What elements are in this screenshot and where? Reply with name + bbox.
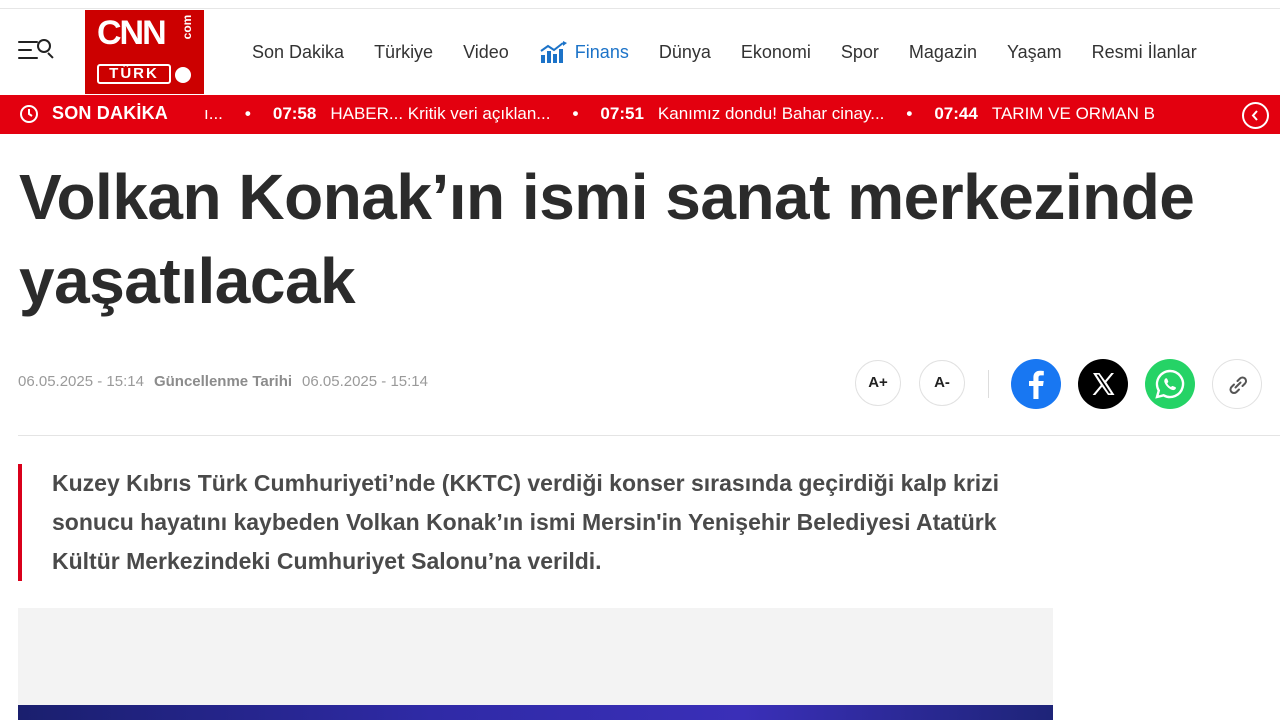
updated-label: Güncellenme Tarihi: [153, 373, 293, 390]
updated-date: 06.05.2025 - 15:14: [302, 373, 428, 390]
site-header: CNN com TÜRK Son Dakika Türkiye Video Fi…: [0, 9, 1280, 95]
font-increase-button[interactable]: A+: [855, 360, 901, 406]
ticker-time: 07:51: [600, 104, 644, 123]
nav-finans[interactable]: Finans: [539, 41, 629, 63]
main-nav: Son Dakika Türkiye Video Finans Dünya Ek…: [252, 39, 1197, 65]
logo-turk-text: TÜRK: [97, 64, 171, 84]
ticker-time: 07:44: [934, 104, 978, 123]
ticker-headline[interactable]: Kanımız dondu! Bahar cinay...: [658, 104, 884, 124]
article-summary: Kuzey Kıbrıs Türk Cumhuriyeti’nde (KKTC)…: [18, 464, 1018, 581]
ticker-fragment[interactable]: ı...: [204, 104, 223, 124]
nav-turkiye[interactable]: Türkiye: [374, 42, 433, 63]
breaking-news-bar: SON DAKİKA ı... • 07:58 HABER... Kritik ver…: [0, 95, 1280, 134]
font-decrease-button[interactable]: A-: [919, 360, 965, 406]
nav-son-dakika[interactable]: Son Dakika: [252, 42, 344, 63]
nav-spor[interactable]: Spor: [841, 42, 879, 63]
logo-com-text: com: [180, 14, 194, 40]
whatsapp-icon: [1155, 369, 1185, 399]
link-icon: [1229, 376, 1248, 395]
nav-magazin[interactable]: Magazin: [909, 42, 977, 63]
facebook-icon: [1029, 370, 1044, 399]
published-date: 06.05.2025 - 15:14: [18, 373, 144, 390]
chevron-left-icon: [1251, 110, 1258, 121]
nav-ekonomi[interactable]: Ekonomi: [741, 42, 811, 63]
video-player[interactable]: [18, 705, 1053, 720]
breaking-ticker: ı... • 07:58 HABER... Kritik veri açıklan..…: [204, 104, 1210, 128]
ticker-separator: •: [906, 104, 913, 123]
share-x-button[interactable]: [1078, 359, 1128, 409]
toolbar-divider: [988, 370, 989, 398]
ticker-prev-button[interactable]: [1242, 102, 1269, 129]
menu-icon-line: [18, 49, 32, 51]
article-media[interactable]: [18, 608, 1053, 720]
copy-link-button[interactable]: [1212, 359, 1262, 409]
menu-search-button[interactable]: [16, 37, 56, 67]
chart-bars-icon: [540, 41, 567, 63]
menu-icon: [18, 41, 38, 43]
breaking-label: SON DAKİKA: [52, 103, 169, 123]
share-facebook-button[interactable]: [1011, 359, 1061, 409]
article-meta: 06.05.2025 - 15:14 Güncellenme Tarihi 06.0…: [18, 373, 428, 390]
nav-resmi-ilanlar[interactable]: Resmi İlanlar: [1092, 42, 1197, 63]
ticker-separator: •: [244, 104, 251, 123]
ticker-separator: •: [572, 104, 579, 123]
x-icon: [1092, 373, 1115, 395]
nav-finans-label: Finans: [574, 41, 629, 62]
ticker-time: 07:58: [272, 104, 317, 123]
ticker-headline[interactable]: TARIM VE ORMAN B: [992, 104, 1155, 124]
cnn-turk-logo[interactable]: CNN com TÜRK: [85, 10, 204, 94]
logo-cnn-text: CNN: [97, 14, 167, 52]
nav-video[interactable]: Video: [463, 42, 509, 63]
summary-text: Kuzey Kıbrıs Türk Cumhuriyeti’nde (KKTC)…: [52, 470, 1000, 574]
ticker-headline[interactable]: HABER... Kritik veri açıklan...: [330, 104, 550, 124]
article-title: Volkan Konak’ın ismi sanat merkezinde ya…: [19, 161, 1195, 317]
nav-yasam[interactable]: Yaşam: [1007, 42, 1062, 63]
share-whatsapp-button[interactable]: [1145, 359, 1195, 409]
search-icon-handle: [47, 52, 54, 59]
search-icon: [37, 39, 51, 53]
meta-divider: [18, 435, 1280, 436]
clock-icon: [20, 105, 38, 123]
logo-dot: [175, 67, 191, 83]
nav-dunya[interactable]: Dünya: [659, 42, 711, 63]
menu-icon-line: [18, 57, 38, 59]
